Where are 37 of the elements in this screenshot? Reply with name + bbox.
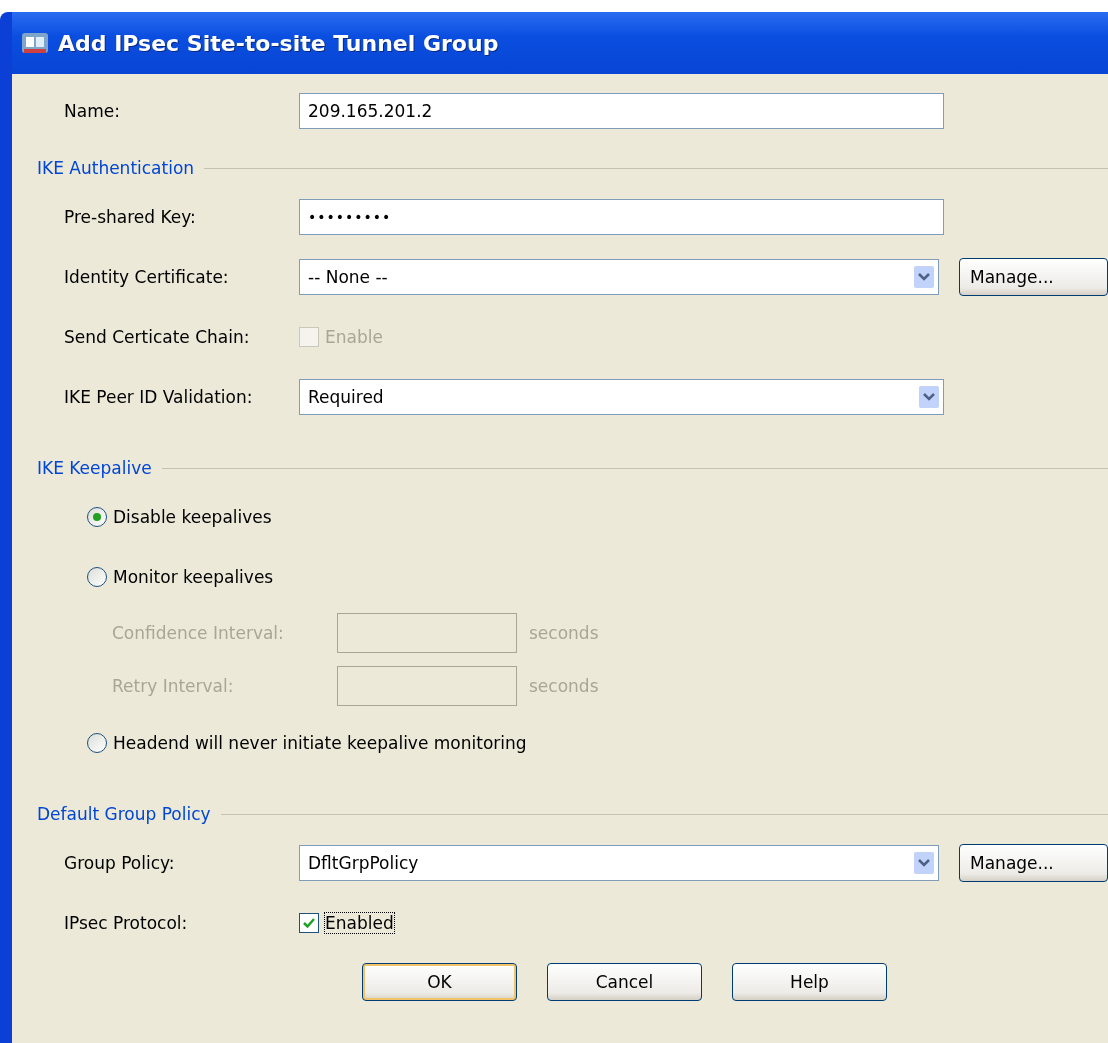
unit-label: seconds — [529, 676, 599, 696]
radio-button[interactable] — [87, 566, 107, 587]
section-title: Default Group Policy — [37, 804, 211, 824]
field-label: Confidence Interval: — [112, 623, 285, 643]
field-label: Name: — [63, 100, 121, 121]
dropdown[interactable]: Required — [299, 378, 944, 415]
field-label: IKE Peer ID Validation: — [63, 386, 254, 407]
manage-button[interactable]: Manage... — [959, 257, 1108, 296]
radio-label: Headend will never initiate keepalive monitoring — [113, 732, 527, 753]
field-label: Group Policy: — [63, 852, 176, 873]
interval-field[interactable] — [337, 613, 517, 653]
field-label: IPsec Protocol: — [63, 912, 189, 933]
field-label: Pre-shared Key: — [63, 206, 197, 227]
password-field[interactable]: ••••••••• — [299, 198, 944, 235]
field-label: Retry Interval: — [112, 676, 235, 696]
window-title: Add IPsec Site-to-site Tunnel Group — [58, 30, 499, 56]
field-label: Send Certicate Chain: — [63, 326, 251, 347]
dropdown[interactable]: DfltGrpPolicy — [299, 844, 939, 881]
interval-field[interactable] — [337, 666, 517, 706]
section-title: IKE Keepalive — [37, 458, 152, 478]
radio-button[interactable] — [87, 506, 107, 527]
checkbox-label: Enabled — [325, 912, 394, 933]
checkbox-label: Enable — [325, 326, 383, 347]
checkbox[interactable] — [299, 912, 319, 933]
field-label: Identity Certificate: — [63, 266, 230, 287]
manage-button[interactable]: Manage... — [959, 843, 1108, 882]
dialog-button[interactable]: Help — [732, 963, 887, 1001]
dialog-button[interactable]: OK — [362, 963, 517, 1001]
name-field[interactable]: 209.165.201.2 — [299, 92, 944, 129]
radio-label: Monitor keepalives — [113, 566, 274, 587]
radio-button[interactable] — [87, 732, 107, 753]
app-icon — [20, 30, 50, 56]
radio-label: Disable keepalives — [113, 506, 272, 527]
unit-label: seconds — [529, 623, 599, 643]
dialog-button[interactable]: Cancel — [547, 963, 702, 1001]
section-title: IKE Authentication — [37, 158, 195, 178]
dropdown[interactable]: -- None -- — [299, 258, 939, 295]
